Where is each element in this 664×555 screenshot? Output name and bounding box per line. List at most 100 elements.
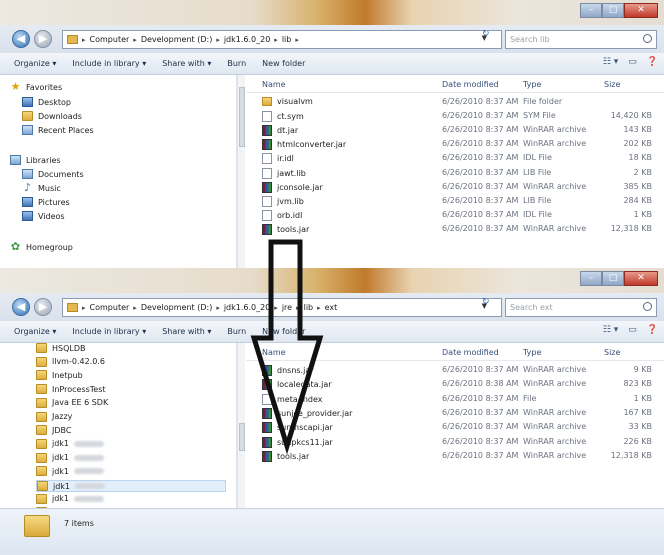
folder-tree-item[interactable]: jdk1: [36, 480, 226, 492]
preview-pane-icon[interactable]: ▭: [628, 325, 637, 335]
column-size[interactable]: Size: [604, 348, 620, 357]
nav-music[interactable]: ♪ Music: [22, 182, 61, 193]
file-row[interactable]: sunjce_provider.jar 6/26/2010 8:37 AM WinR…: [246, 405, 664, 419]
breadcrumb-computer[interactable]: Computer: [90, 303, 130, 312]
refresh-icon[interactable]: ↻: [482, 297, 490, 307]
address-bar[interactable]: ▸ Computer ▸ Development (D:) ▸ jdk1.6.0…: [62, 298, 502, 317]
column-type[interactable]: Type: [523, 80, 541, 89]
file-row[interactable]: visualvm 6/26/2010 8:37 AM File folder: [246, 94, 664, 108]
minimize-button[interactable]: –: [580, 271, 602, 286]
file-row[interactable]: dt.jar 6/26/2010 8:37 AM WinRAR archive 143…: [246, 122, 664, 137]
file-row[interactable]: meta-index 6/26/2010 8:37 AM File 1 KB: [246, 391, 664, 405]
file-date: 6/26/2010 8:37 AM: [442, 125, 519, 135]
column-date[interactable]: Date modified: [442, 80, 499, 89]
folder-tree-item[interactable]: Jazzy: [36, 411, 72, 422]
share-with-button[interactable]: Share with ▾: [162, 327, 211, 336]
search-input[interactable]: Search ext: [505, 298, 657, 317]
column-name[interactable]: Name: [262, 348, 286, 357]
file-row[interactable]: htmlconverter.jar 6/26/2010 8:37 AM WinRAR…: [246, 136, 664, 151]
title-bar[interactable]: – □ ✕: [0, 268, 664, 293]
help-icon[interactable]: ❓: [647, 325, 658, 335]
file-row[interactable]: tools.jar 6/26/2010 8:37 AM WinRAR archive…: [246, 221, 664, 235]
column-name[interactable]: Name: [262, 80, 286, 89]
file-type: WinRAR archive: [523, 407, 587, 417]
column-date[interactable]: Date modified: [442, 348, 499, 357]
folder-tree-item[interactable]: JDBC: [36, 425, 71, 436]
breadcrumb-jdk[interactable]: jdk1.6.0_20: [224, 303, 270, 312]
organize-button[interactable]: Organize ▾: [14, 327, 56, 336]
include-in-library-button[interactable]: Include in library ▾: [72, 59, 146, 68]
folder-tree-item[interactable]: HSQLDB: [36, 343, 86, 353]
nav-recent-places[interactable]: Recent Places: [22, 125, 94, 135]
refresh-icon[interactable]: ↻: [482, 29, 490, 39]
folder-tree-item[interactable]: jdk1: [36, 452, 105, 463]
file-row[interactable]: ir.idl 6/26/2010 8:37 AM IDL File 18 KB: [246, 150, 664, 165]
maximize-button[interactable]: □: [602, 271, 624, 286]
back-button[interactable]: ◀: [12, 30, 30, 48]
forward-button[interactable]: ▶: [34, 298, 52, 316]
share-with-button[interactable]: Share with ▾: [162, 59, 211, 68]
minimize-button[interactable]: –: [580, 3, 602, 18]
scroll-thumb[interactable]: [239, 87, 245, 147]
address-bar[interactable]: ▸ Computer ▸ Development (D:) ▸ jdk1.6.0…: [62, 30, 502, 49]
breadcrumb-drive[interactable]: Development (D:): [141, 35, 213, 44]
column-type[interactable]: Type: [523, 348, 541, 357]
folder-tree-item[interactable]: InProcessTest: [36, 384, 106, 395]
burn-button[interactable]: Burn: [227, 59, 246, 68]
file-row[interactable]: jawt.lib 6/26/2010 8:37 AM LIB File 2 KB: [246, 165, 664, 179]
file-size: 12,318 KB: [610, 223, 652, 233]
file-row[interactable]: dnsns.jar 6/26/2010 8:37 AM WinRAR archive…: [246, 362, 664, 376]
burn-button[interactable]: Burn: [227, 327, 246, 336]
file-row[interactable]: sunmscapi.jar 6/26/2010 8:37 AM WinRAR arc…: [246, 419, 664, 434]
file-row[interactable]: sunpkcs11.jar 6/26/2010 8:37 AM WinRAR arc…: [246, 434, 664, 448]
breadcrumb-lib[interactable]: lib: [304, 303, 314, 312]
scroll-thumb[interactable]: [239, 423, 245, 451]
file-row[interactable]: ct.sym 6/26/2010 8:37 AM SYM File 14,420 KB: [246, 108, 664, 123]
nav-scrollbar[interactable]: [237, 343, 245, 508]
help-icon[interactable]: ❓: [647, 57, 658, 67]
views-icon[interactable]: ☷ ▾: [603, 325, 618, 335]
close-button[interactable]: ✕: [624, 271, 658, 286]
folder-tree-item[interactable]: jdk1: [36, 493, 105, 504]
preview-pane-icon[interactable]: ▭: [628, 57, 637, 67]
breadcrumb-jre[interactable]: jre: [282, 303, 292, 312]
title-bar[interactable]: – □ ✕: [0, 0, 664, 25]
new-folder-button[interactable]: New folder: [262, 59, 305, 68]
breadcrumb-lib[interactable]: lib: [282, 35, 292, 44]
nav-desktop[interactable]: Desktop: [22, 97, 71, 107]
file-row[interactable]: tools.jar 6/26/2010 8:37 AM WinRAR archive…: [246, 448, 664, 462]
close-button[interactable]: ✕: [624, 3, 658, 18]
breadcrumb-drive[interactable]: Development (D:): [141, 303, 213, 312]
organize-button[interactable]: Organize ▾: [14, 59, 56, 68]
search-input[interactable]: Search lib: [505, 30, 657, 49]
maximize-button[interactable]: □: [602, 3, 624, 18]
file-row[interactable]: orb.idl 6/26/2010 8:37 AM IDL File 1 KB: [246, 207, 664, 221]
views-icon[interactable]: ☷ ▾: [603, 57, 618, 67]
folder-tree-item[interactable]: Java EE 6 SDK: [36, 397, 108, 408]
folder-tree-item[interactable]: llvm-0.42.0.6: [36, 356, 105, 367]
nav-downloads[interactable]: Downloads: [22, 111, 82, 121]
nav-homegroup[interactable]: ✿ Homegroup: [10, 241, 73, 252]
breadcrumb-jdk[interactable]: jdk1.6.0_20: [224, 35, 270, 44]
back-button[interactable]: ◀: [12, 298, 30, 316]
folder-tree-item[interactable]: jdk1: [36, 466, 105, 477]
include-in-library-button[interactable]: Include in library ▾: [72, 327, 146, 336]
nav-pictures[interactable]: Pictures: [22, 197, 70, 207]
file-row[interactable]: jvm.lib 6/26/2010 8:37 AM LIB File 284 KB: [246, 193, 664, 207]
file-row[interactable]: localedata.jar 6/26/2010 8:38 AM WinRAR ar…: [246, 376, 664, 391]
file-type: File: [523, 393, 537, 403]
new-folder-button[interactable]: New folder: [262, 327, 305, 336]
forward-button[interactable]: ▶: [34, 30, 52, 48]
nav-scrollbar[interactable]: [237, 75, 245, 268]
folder-tree-item[interactable]: Inetpub: [36, 370, 83, 381]
nav-documents[interactable]: Documents: [22, 169, 84, 179]
folder-tree-item[interactable]: jdk1: [36, 438, 105, 449]
breadcrumb-computer[interactable]: Computer: [90, 35, 130, 44]
file-type: WinRAR archive: [523, 436, 587, 446]
nav-libraries[interactable]: Libraries: [10, 155, 61, 165]
file-row[interactable]: jconsole.jar 6/26/2010 8:37 AM WinRAR arch…: [246, 179, 664, 193]
nav-videos[interactable]: Videos: [22, 211, 65, 221]
column-size[interactable]: Size: [604, 80, 620, 89]
nav-favorites[interactable]: ★ Favorites: [10, 81, 63, 92]
breadcrumb-ext[interactable]: ext: [325, 303, 338, 312]
